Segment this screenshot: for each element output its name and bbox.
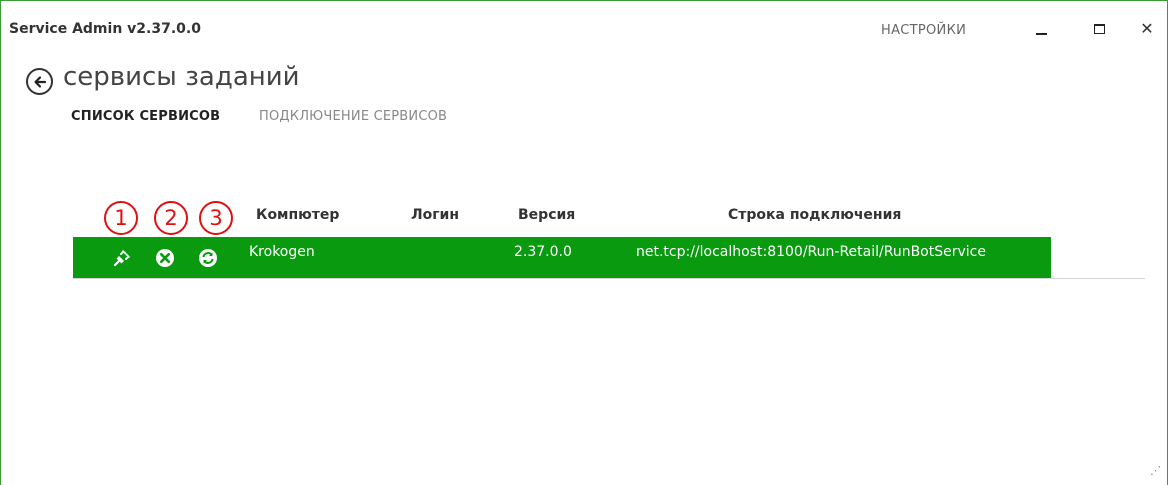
back-button[interactable] bbox=[26, 68, 53, 95]
refresh-icon[interactable] bbox=[198, 248, 218, 268]
table-divider bbox=[73, 278, 1145, 279]
annotation-marker-3: 3 bbox=[199, 201, 233, 235]
remove-circle-icon[interactable] bbox=[155, 248, 175, 268]
settings-link[interactable]: НАСТРОЙКИ bbox=[881, 23, 966, 38]
minimize-icon bbox=[1035, 33, 1047, 35]
cell-version: 2.37.0.0 bbox=[514, 244, 572, 260]
cell-connection-string: net.tcp://localhost:8100/Run-Retail/RunB… bbox=[636, 244, 986, 260]
maximize-button[interactable] bbox=[1085, 15, 1113, 43]
disconnect-plug-icon[interactable] bbox=[112, 248, 132, 268]
app-window: Service Admin v2.37.0.0 НАСТРОЙКИ ✕ серв… bbox=[0, 0, 1168, 485]
column-header-version[interactable]: Версия bbox=[518, 207, 575, 223]
column-header-login[interactable]: Логин bbox=[411, 207, 459, 223]
page-title: сервисы заданий bbox=[63, 62, 300, 92]
app-title: Service Admin v2.37.0.0 bbox=[9, 21, 201, 37]
table-row[interactable]: Krokogen 2.37.0.0 net.tcp://localhost:81… bbox=[73, 237, 1051, 279]
tab-services-connection[interactable]: ПОДКЛЮЧЕНИЕ СЕРВИСОВ bbox=[259, 109, 447, 124]
cell-computer: Krokogen bbox=[249, 244, 315, 260]
arrow-left-icon bbox=[33, 75, 46, 88]
resize-grip-icon[interactable]: ⋰ bbox=[1150, 464, 1161, 477]
minimize-button[interactable] bbox=[1027, 15, 1055, 43]
annotation-marker-1: 1 bbox=[104, 201, 138, 235]
tab-services-list[interactable]: СПИСОК СЕРВИСОВ bbox=[71, 109, 220, 124]
close-button[interactable]: ✕ bbox=[1133, 15, 1161, 43]
annotation-marker-2: 2 bbox=[154, 201, 188, 235]
column-header-computer[interactable]: Компютер bbox=[256, 207, 339, 223]
maximize-icon bbox=[1093, 24, 1105, 34]
close-icon: ✕ bbox=[1140, 19, 1154, 38]
column-header-connection-string[interactable]: Строка подключения bbox=[728, 207, 901, 223]
